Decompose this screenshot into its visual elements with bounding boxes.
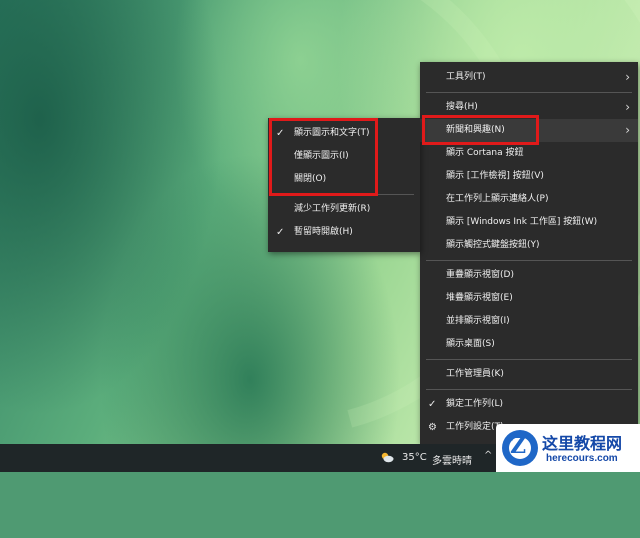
weather-temperature[interactable]: 35°C — [402, 452, 427, 463]
menu-item-cascade-windows[interactable]: 重疊顯示視窗(D) — [420, 264, 638, 287]
menu-item-label: 重疊顯示視窗(D) — [446, 270, 514, 280]
submenu-item-open-on-hover[interactable]: ✓ 暫留時開啟(H) — [268, 221, 420, 244]
menu-item-label: 顯示 [Windows Ink 工作區] 按鈕(W) — [446, 217, 598, 227]
menu-item-label: 工具列(T) — [446, 72, 486, 82]
menu-item-toolbars[interactable]: 工具列(T) › — [420, 66, 638, 89]
menu-item-task-manager[interactable]: 工作管理員(K) — [420, 363, 638, 386]
chevron-right-icon: › — [625, 100, 630, 114]
menu-item-show-desktop[interactable]: 顯示桌面(S) — [420, 333, 638, 356]
taskbar-context-menu: 工具列(T) › 搜尋(H) › 新聞和興趣(N) › 顯示 Cortana 按… — [420, 62, 638, 444]
menu-item-label: 並排顯示視窗(I) — [446, 316, 510, 326]
menu-item-show-people[interactable]: 在工作列上顯示連絡人(P) — [420, 188, 638, 211]
menu-item-show-windows-ink-button[interactable]: 顯示 [Windows Ink 工作區] 按鈕(W) — [420, 211, 638, 234]
logo-title: 这里教程网 — [542, 434, 623, 453]
menu-item-label: 顯示圖示和文字(T) — [294, 128, 370, 138]
submenu-item-turn-off[interactable]: 關閉(O) — [268, 168, 420, 191]
menu-item-search[interactable]: 搜尋(H) › — [420, 96, 638, 119]
menu-item-stack-windows[interactable]: 堆疊顯示視窗(E) — [420, 287, 638, 310]
menu-item-label: 搜尋(H) — [446, 102, 478, 112]
chevron-right-icon: › — [625, 123, 630, 137]
logo-url: herecours.com — [546, 453, 618, 464]
logo-z-letter: Z — [510, 433, 527, 459]
menu-separator — [274, 194, 414, 195]
menu-item-show-cortana-button[interactable]: 顯示 Cortana 按鈕 — [420, 142, 638, 165]
menu-item-label: 關閉(O) — [294, 174, 327, 184]
menu-item-lock-taskbar[interactable]: ✓ 鎖定工作列(L) — [420, 393, 638, 416]
menu-item-label: 僅顯示圖示(I) — [294, 151, 349, 161]
checkmark-icon: ✓ — [276, 128, 285, 139]
menu-item-label: 在工作列上顯示連絡人(P) — [446, 194, 549, 204]
menu-item-label: 顯示 Cortana 按鈕 — [446, 148, 524, 158]
menu-item-label: 暫留時開啟(H) — [294, 227, 353, 237]
gear-icon: ⚙ — [428, 422, 437, 433]
menu-separator — [426, 260, 632, 261]
submenu-item-show-icon-and-text[interactable]: ✓ 顯示圖示和文字(T) — [268, 122, 420, 145]
menu-item-label: 新聞和興趣(N) — [446, 125, 505, 135]
menu-item-label: 工作列設定(T) — [446, 422, 504, 432]
menu-item-label: 減少工作列更新(R) — [294, 204, 371, 214]
menu-item-show-task-view-button[interactable]: 顯示 [工作檢視] 按鈕(V) — [420, 165, 638, 188]
menu-item-side-by-side-windows[interactable]: 並排顯示視窗(I) — [420, 310, 638, 333]
partly-cloudy-icon[interactable] — [380, 451, 394, 463]
show-hidden-icons-chevron-icon[interactable]: ^ — [484, 450, 492, 461]
submenu-item-show-icon-only[interactable]: 僅顯示圖示(I) — [268, 145, 420, 168]
watermark-logo: Z 这里教程网 herecours.com — [496, 424, 640, 472]
menu-separator — [426, 359, 632, 360]
menu-separator — [426, 389, 632, 390]
weather-description[interactable]: 多雲時晴 — [432, 452, 472, 467]
chevron-right-icon: › — [625, 70, 630, 84]
menu-item-label: 工作管理員(K) — [446, 369, 504, 379]
menu-separator — [426, 92, 632, 93]
menu-item-label: 堆疊顯示視窗(E) — [446, 293, 513, 303]
news-and-interests-submenu: ✓ 顯示圖示和文字(T) 僅顯示圖示(I) 關閉(O) 減少工作列更新(R) ✓… — [268, 118, 420, 252]
menu-item-label: 顯示 [工作檢視] 按鈕(V) — [446, 171, 544, 181]
checkmark-icon: ✓ — [428, 399, 437, 410]
submenu-item-reduce-taskbar-updates[interactable]: 減少工作列更新(R) — [268, 198, 420, 221]
menu-item-label: 顯示桌面(S) — [446, 339, 495, 349]
menu-item-news-and-interests[interactable]: 新聞和興趣(N) › — [420, 119, 638, 142]
checkmark-icon: ✓ — [276, 227, 285, 238]
menu-item-label: 顯示觸控式鍵盤按鈕(Y) — [446, 240, 540, 250]
menu-item-show-touch-keyboard-button[interactable]: 顯示觸控式鍵盤按鈕(Y) — [420, 234, 638, 257]
menu-item-label: 鎖定工作列(L) — [446, 399, 504, 409]
